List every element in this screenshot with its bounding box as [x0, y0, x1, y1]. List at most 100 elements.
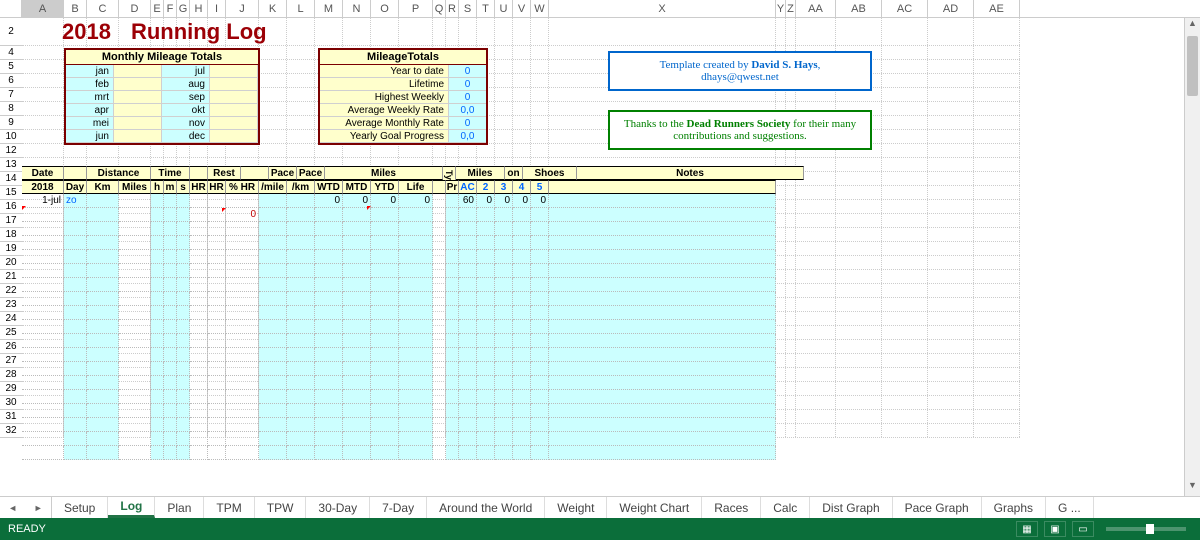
cell[interactable] — [64, 376, 87, 390]
cell[interactable] — [446, 376, 459, 390]
column-header-E[interactable]: E — [151, 0, 164, 17]
zoom-slider[interactable] — [1106, 527, 1186, 531]
cell[interactable] — [459, 362, 477, 376]
cell[interactable] — [119, 250, 151, 264]
cell[interactable] — [371, 432, 399, 446]
cell[interactable] — [495, 320, 513, 334]
cell[interactable] — [459, 320, 477, 334]
cell[interactable] — [226, 320, 259, 334]
cell[interactable] — [208, 376, 226, 390]
cell[interactable] — [459, 390, 477, 404]
cell[interactable] — [513, 250, 531, 264]
cell[interactable] — [259, 278, 287, 292]
column-header-O[interactable]: O — [371, 0, 399, 17]
cell[interactable] — [208, 194, 226, 208]
cell[interactable] — [119, 390, 151, 404]
cell[interactable] — [477, 446, 495, 460]
cell[interactable] — [259, 362, 287, 376]
cell[interactable] — [164, 320, 177, 334]
cell[interactable] — [446, 432, 459, 446]
cell[interactable] — [495, 376, 513, 390]
month-value-okt[interactable] — [210, 104, 258, 117]
cell[interactable] — [433, 236, 446, 250]
cell[interactable] — [287, 446, 315, 460]
cell[interactable]: 0 — [399, 194, 433, 208]
cell[interactable] — [177, 250, 190, 264]
cell[interactable] — [343, 264, 371, 278]
month-value-mrt[interactable] — [114, 91, 162, 104]
cell[interactable] — [164, 194, 177, 208]
cell[interactable] — [495, 334, 513, 348]
cell[interactable] — [531, 236, 549, 250]
cell[interactable] — [315, 376, 343, 390]
grid-area[interactable]: 2456789101213141516171819202122232425262… — [0, 18, 1200, 498]
cell[interactable] — [177, 334, 190, 348]
cell[interactable] — [64, 208, 87, 222]
cell[interactable] — [371, 236, 399, 250]
cell[interactable] — [315, 278, 343, 292]
cell[interactable] — [446, 278, 459, 292]
zoom-slider-thumb[interactable] — [1146, 524, 1154, 534]
cell[interactable] — [259, 222, 287, 236]
row-header-17[interactable]: 17 — [0, 214, 22, 228]
cell[interactable] — [477, 376, 495, 390]
cell[interactable] — [151, 348, 164, 362]
cell[interactable] — [343, 390, 371, 404]
cell[interactable] — [119, 320, 151, 334]
cell[interactable] — [190, 446, 208, 460]
cell[interactable] — [259, 404, 287, 418]
cell[interactable] — [315, 250, 343, 264]
cell[interactable] — [315, 432, 343, 446]
cell[interactable] — [87, 194, 119, 208]
cell[interactable] — [343, 320, 371, 334]
row-header-15[interactable]: 15 — [0, 186, 22, 200]
cell[interactable] — [287, 236, 315, 250]
cell[interactable] — [513, 390, 531, 404]
cell[interactable] — [259, 418, 287, 432]
cell[interactable] — [399, 264, 433, 278]
cell[interactable] — [87, 222, 119, 236]
cell[interactable] — [226, 362, 259, 376]
cell[interactable] — [513, 236, 531, 250]
cell[interactable] — [22, 348, 64, 362]
cell[interactable] — [177, 222, 190, 236]
cell[interactable] — [495, 418, 513, 432]
sheet-tab-30-day[interactable]: 30-Day — [306, 497, 370, 518]
cell[interactable] — [433, 390, 446, 404]
row-header-4[interactable]: 4 — [0, 46, 22, 60]
cell[interactable] — [399, 250, 433, 264]
cell[interactable] — [226, 236, 259, 250]
cell[interactable] — [433, 278, 446, 292]
cell[interactable] — [513, 208, 531, 222]
table-row[interactable] — [22, 362, 776, 376]
cell[interactable] — [459, 348, 477, 362]
cell[interactable] — [190, 250, 208, 264]
cell[interactable] — [151, 334, 164, 348]
cell[interactable] — [177, 306, 190, 320]
cell[interactable] — [513, 446, 531, 460]
cell[interactable] — [531, 320, 549, 334]
cell[interactable] — [22, 362, 64, 376]
column-header-H[interactable]: H — [190, 0, 208, 17]
cell[interactable] — [208, 278, 226, 292]
cell[interactable] — [459, 264, 477, 278]
cell[interactable] — [399, 348, 433, 362]
cell[interactable] — [22, 418, 64, 432]
cell[interactable] — [446, 264, 459, 278]
cell[interactable] — [446, 208, 459, 222]
cell[interactable] — [22, 278, 64, 292]
cell[interactable] — [477, 208, 495, 222]
cell[interactable] — [513, 222, 531, 236]
column-header-F[interactable]: F — [164, 0, 177, 17]
cell[interactable] — [226, 250, 259, 264]
row-header-21[interactable]: 21 — [0, 270, 22, 284]
cell[interactable] — [399, 278, 433, 292]
column-header-Y[interactable]: Y — [776, 0, 786, 17]
cell[interactable] — [371, 222, 399, 236]
cell[interactable] — [433, 292, 446, 306]
cell[interactable] — [446, 390, 459, 404]
table-row[interactable] — [22, 376, 776, 390]
cell[interactable] — [477, 404, 495, 418]
cell[interactable] — [64, 264, 87, 278]
cell[interactable]: 0 — [495, 194, 513, 208]
